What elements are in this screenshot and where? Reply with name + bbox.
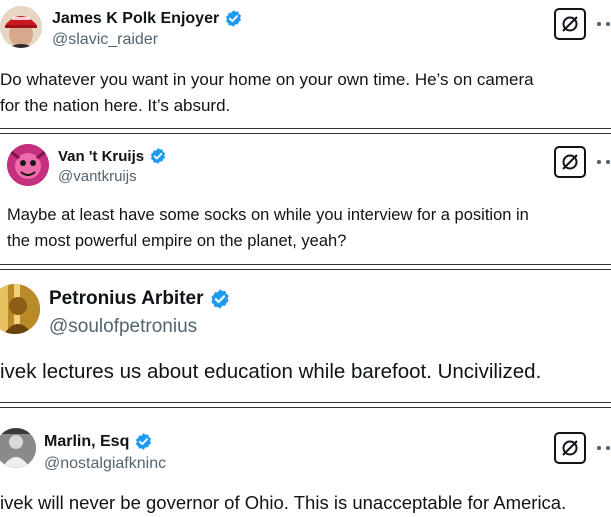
verified-badge-icon bbox=[134, 432, 153, 451]
user-handle[interactable]: @nostalgiafkninc bbox=[44, 455, 166, 473]
tweet-text-line: Do whatever you want in your home on you… bbox=[0, 70, 534, 89]
tweet-text-line: ivek will never be governor of Ohio. Thi… bbox=[0, 492, 567, 513]
user-handle[interactable]: @vantkruijs bbox=[58, 168, 137, 185]
tweet-card: Petronius Arbiter @soulofpetronius ivek … bbox=[0, 272, 611, 402]
divider bbox=[0, 128, 611, 129]
display-name[interactable]: Petronius Arbiter bbox=[49, 288, 204, 310]
verified-badge-icon bbox=[209, 288, 231, 310]
divider bbox=[0, 269, 611, 270]
more-options-icon[interactable] bbox=[597, 155, 611, 169]
user-handle[interactable]: @slavic_raider bbox=[52, 31, 158, 49]
divider bbox=[0, 264, 611, 265]
tweet-text-line: Maybe at least have some socks on while … bbox=[7, 206, 529, 224]
grok-button[interactable] bbox=[554, 146, 586, 178]
tweet-text-line: the most powerful empire on the planet, … bbox=[7, 232, 347, 250]
tweet-text-line: for the nation here. It’s absurd. bbox=[0, 96, 231, 115]
grok-button[interactable] bbox=[554, 432, 586, 464]
grok-icon bbox=[562, 440, 578, 456]
tweet-card: Van 't Kruijs @vantkruijs Maybe at least… bbox=[0, 136, 611, 264]
tweet-card: Marlin, Esq @nostalgiafkninc ivek will n… bbox=[0, 410, 611, 517]
avatar[interactable] bbox=[0, 6, 42, 48]
verified-badge-icon bbox=[224, 9, 243, 28]
divider bbox=[0, 402, 611, 403]
display-name[interactable]: James K Polk Enjoyer bbox=[52, 10, 219, 28]
avatar-golden-statue-icon bbox=[0, 284, 40, 334]
divider bbox=[0, 407, 611, 408]
grok-icon bbox=[562, 154, 578, 170]
avatar-bw-photo-icon bbox=[0, 428, 36, 468]
grok-icon bbox=[562, 16, 578, 32]
avatar[interactable] bbox=[0, 284, 40, 334]
divider bbox=[0, 133, 611, 134]
user-handle[interactable]: @soulofpetronius bbox=[49, 316, 197, 338]
avatar[interactable] bbox=[0, 428, 36, 468]
tweet-text-line: ivek lectures us about education while b… bbox=[0, 360, 542, 383]
grok-button[interactable] bbox=[554, 8, 586, 40]
verified-badge-icon bbox=[149, 147, 167, 165]
tweet-card: James K Polk Enjoyer @slavic_raider Do w… bbox=[0, 0, 611, 133]
display-name[interactable]: Marlin, Esq bbox=[44, 433, 129, 451]
more-options-icon[interactable] bbox=[597, 17, 611, 31]
avatar-pink-face-icon bbox=[7, 144, 49, 186]
display-name[interactable]: Van 't Kruijs bbox=[58, 148, 144, 165]
avatar-red-cap-icon bbox=[0, 6, 42, 48]
avatar[interactable] bbox=[7, 144, 49, 186]
more-options-icon[interactable] bbox=[597, 441, 611, 455]
